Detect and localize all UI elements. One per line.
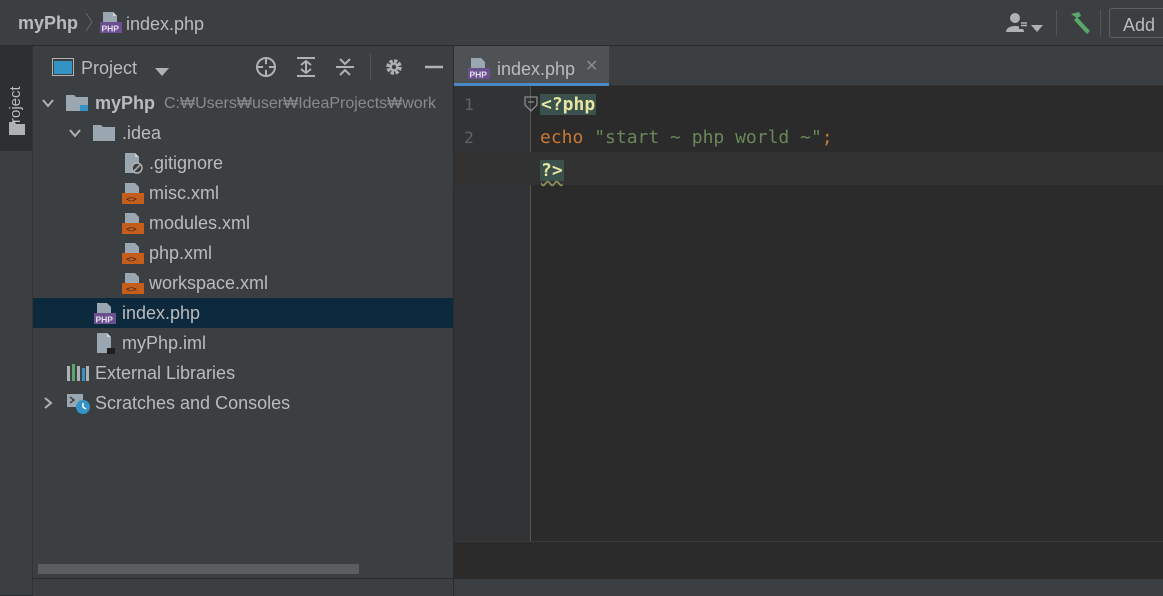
tree-item-idea[interactable]: .idea [33,118,453,148]
tab-index-php[interactable]: PHP index.php ✕ [454,46,609,86]
xml-file-icon: <> [122,213,146,240]
tree-item-label: .idea [122,123,162,143]
folder-icon [93,123,117,148]
tab-label: index.php [497,59,576,79]
line-number: 2 [464,128,474,147]
tree-item-path: C:₩Users₩user₩IdeaProjects₩work [164,95,437,112]
toolbar-divider [1056,10,1057,36]
tree-item-myphp-iml[interactable]: myPhp.iml [33,328,453,358]
php-open-tag: <?php [540,94,597,115]
tree-item-label: modules.xml [149,213,251,233]
line-number: 1 [464,95,474,114]
close-icon[interactable]: ✕ [585,56,598,76]
iml-file-icon [94,333,118,360]
panel-header-divider [370,54,371,80]
user-icon[interactable] [1005,12,1029,39]
editor-tab-bar: PHP index.php ✕ [454,46,1163,86]
tool-tab-project[interactable]: Project [0,46,32,151]
code-line-1: <?php [540,88,597,121]
folder-module-icon [66,93,90,118]
code-line-3: ?> [540,154,564,187]
expanded-arrow-icon[interactable] [68,126,82,145]
tree-item-label: External Libraries [95,363,236,383]
tree-item-workspace-xml[interactable]: <> workspace.xml [33,268,453,298]
code-line-2: echo "start ~ php world ~"; [540,121,833,154]
php-file-icon: PHP [468,58,492,85]
tree-item-label: myPhp.iml [122,333,207,353]
string-literal: "start ~ php world ~" [594,127,822,148]
tool-window-stripe: Project [0,46,33,595]
horizontal-scrollbar[interactable] [38,564,359,574]
tree-item-label: php.xml [149,243,213,263]
editor-bottom-strip [454,578,1163,596]
tree-item-label: misc.xml [149,183,219,203]
project-view-icon [52,58,74,81]
locate-icon[interactable] [255,56,277,83]
xml-file-icon: <> [122,273,146,300]
svg-text:PHP: PHP [102,24,120,34]
tree-item-label: .gitignore [149,153,224,173]
breadcrumb-project[interactable]: myPhp [18,13,78,34]
xml-file-icon: <> [122,183,146,210]
tree-item-label: Scratches and Consoles [95,393,291,413]
editor-empty-area [454,541,1163,579]
scratches-icon [66,393,92,420]
tree-item-label: workspace.xml [149,273,269,293]
navigation-bar: myPhp PHP index.php Add [0,0,1163,46]
project-panel-header: Project [33,46,453,86]
editor-area: PHP index.php ✕ 1 2 3 <?php echo "start … [454,46,1163,596]
tree-item-label: myPhp [95,93,156,113]
echo-keyword: echo [540,127,584,148]
xml-file-icon: <> [122,243,146,270]
hammer-icon[interactable] [1067,10,1093,41]
svg-text:PHP: PHP [96,315,114,325]
project-view-title[interactable]: Project [81,58,137,79]
tree-item-index-php[interactable]: PHP index.php [33,298,453,328]
semicolon: ; [821,127,833,148]
svg-text:<>: <> [126,255,137,265]
svg-text:PHP: PHP [470,70,488,80]
gear-icon[interactable] [383,56,405,83]
breadcrumb-separator-icon [85,12,93,32]
svg-text:<>: <> [126,195,137,205]
dropdown-icon[interactable] [155,63,169,81]
tree-item-external-libraries[interactable]: External Libraries [33,358,453,388]
folder-icon [9,121,25,140]
expand-all-icon[interactable] [295,56,317,83]
toolbar-divider [1100,10,1101,36]
breadcrumb-file[interactable]: index.php [126,14,204,35]
collapse-all-icon[interactable] [334,56,356,83]
tree-item-misc-xml[interactable]: <> misc.xml [33,178,453,208]
tree-item-myphp[interactable]: myPhp C:₩Users₩user₩IdeaProjects₩work [33,88,453,118]
svg-text:<>: <> [126,225,137,235]
code-area[interactable]: <?php echo "start ~ php world ~"; ?> [454,86,1163,541]
panel-bottom-strip [33,578,453,596]
php-close-tag: ?> [540,160,564,181]
ignored-file-icon [122,153,146,180]
tree-item-label: index.php [122,303,201,323]
chevron-down-icon[interactable] [1031,20,1043,38]
libraries-icon [66,363,90,388]
project-tool-window: Project myPhp C:₩Users₩user₩IdeaProjects… [33,46,453,596]
php-file-icon: PHP [94,303,118,330]
tree-item-scratches[interactable]: Scratches and Consoles [33,388,453,418]
minimize-icon[interactable] [423,56,445,83]
svg-text:<>: <> [126,285,137,295]
tree-item-modules-xml[interactable]: <> modules.xml [33,208,453,238]
tree-item-php-xml[interactable]: <> php.xml [33,238,453,268]
tree-item-gitignore[interactable]: .gitignore [33,148,453,178]
collapsed-arrow-icon[interactable] [41,396,55,415]
add-configuration-button[interactable]: Add [1109,8,1163,38]
expanded-arrow-icon[interactable] [41,96,55,115]
php-file-icon: PHP [100,12,124,39]
